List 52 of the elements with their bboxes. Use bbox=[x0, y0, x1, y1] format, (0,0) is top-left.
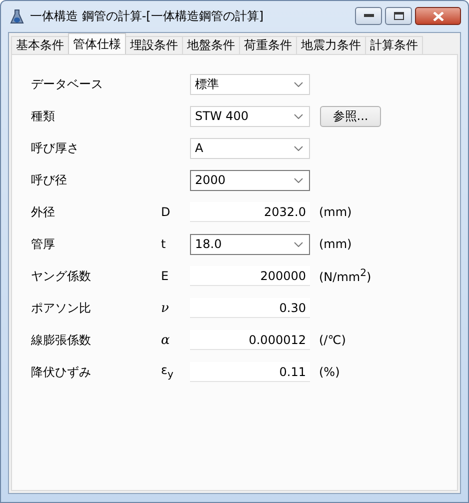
unit-text: (mm) bbox=[319, 237, 352, 251]
unit-text: (%) bbox=[319, 365, 340, 379]
tab[interactable]: 管体仕様 bbox=[68, 33, 126, 54]
unit-text: (/℃) bbox=[319, 333, 346, 347]
number-field[interactable]: 2032.0 bbox=[190, 202, 310, 222]
tab[interactable]: 地震力条件 bbox=[296, 36, 366, 54]
maximize-icon bbox=[394, 12, 404, 20]
chevron-down-icon bbox=[294, 82, 303, 86]
symbol-text: ε$_{y}$ bbox=[161, 363, 174, 381]
dropdown[interactable]: 2000 bbox=[190, 170, 310, 190]
number-field[interactable]: 200000 bbox=[190, 266, 310, 286]
field-label: データベース bbox=[31, 76, 104, 92]
minimize-icon bbox=[364, 14, 374, 18]
window-title: 一体構造 鋼管の計算-[一体構造鋼管の計算] bbox=[30, 8, 264, 25]
symbol-text: t bbox=[161, 237, 166, 251]
tab[interactable]: 基本条件 bbox=[11, 36, 69, 54]
symbol-text: E bbox=[161, 269, 169, 283]
close-button[interactable] bbox=[415, 7, 461, 25]
dropdown[interactable]: 標準 bbox=[190, 74, 310, 94]
number-field[interactable]: 0.000012 bbox=[190, 330, 310, 350]
unit-text: (mm) bbox=[319, 205, 352, 219]
field-label: 管厚 bbox=[31, 236, 56, 252]
field-label: ヤング係数 bbox=[31, 268, 92, 284]
field-label: ポアソン比 bbox=[31, 300, 92, 316]
tab[interactable]: 埋設条件 bbox=[125, 36, 183, 54]
field-label: 外径 bbox=[31, 204, 56, 220]
flask-icon bbox=[10, 8, 24, 24]
field-label: 降伏ひずみ bbox=[31, 364, 92, 380]
tab[interactable]: 荷重条件 bbox=[239, 36, 297, 54]
close-icon bbox=[432, 12, 444, 20]
maximize-button[interactable] bbox=[385, 7, 412, 25]
tab[interactable]: 地盤条件 bbox=[182, 36, 240, 54]
unit-text: (N/mm$^{2}$) bbox=[319, 268, 372, 284]
number-field[interactable]: 0.30 bbox=[190, 298, 310, 318]
chevron-down-icon bbox=[294, 114, 303, 118]
chevron-down-icon bbox=[294, 242, 303, 246]
tab[interactable]: 計算条件 bbox=[365, 36, 423, 54]
dropdown[interactable]: 18.0 bbox=[190, 234, 310, 254]
field-label: 線膨張係数 bbox=[31, 332, 92, 348]
symbol-text: D bbox=[161, 205, 170, 219]
reference-button[interactable]: 参照... bbox=[320, 106, 381, 126]
symbol-text: α bbox=[161, 332, 170, 348]
symbol-text: ν bbox=[161, 300, 169, 316]
chevron-down-icon bbox=[294, 178, 303, 182]
field-label: 種類 bbox=[31, 108, 56, 124]
dropdown[interactable]: STW 400 bbox=[190, 106, 310, 126]
number-field[interactable]: 0.11 bbox=[190, 362, 310, 382]
chevron-down-icon bbox=[294, 146, 303, 150]
field-label: 呼び径 bbox=[31, 172, 68, 188]
minimize-button[interactable] bbox=[355, 7, 382, 25]
field-label: 呼び厚さ bbox=[31, 140, 80, 156]
dropdown[interactable]: A bbox=[190, 138, 310, 158]
